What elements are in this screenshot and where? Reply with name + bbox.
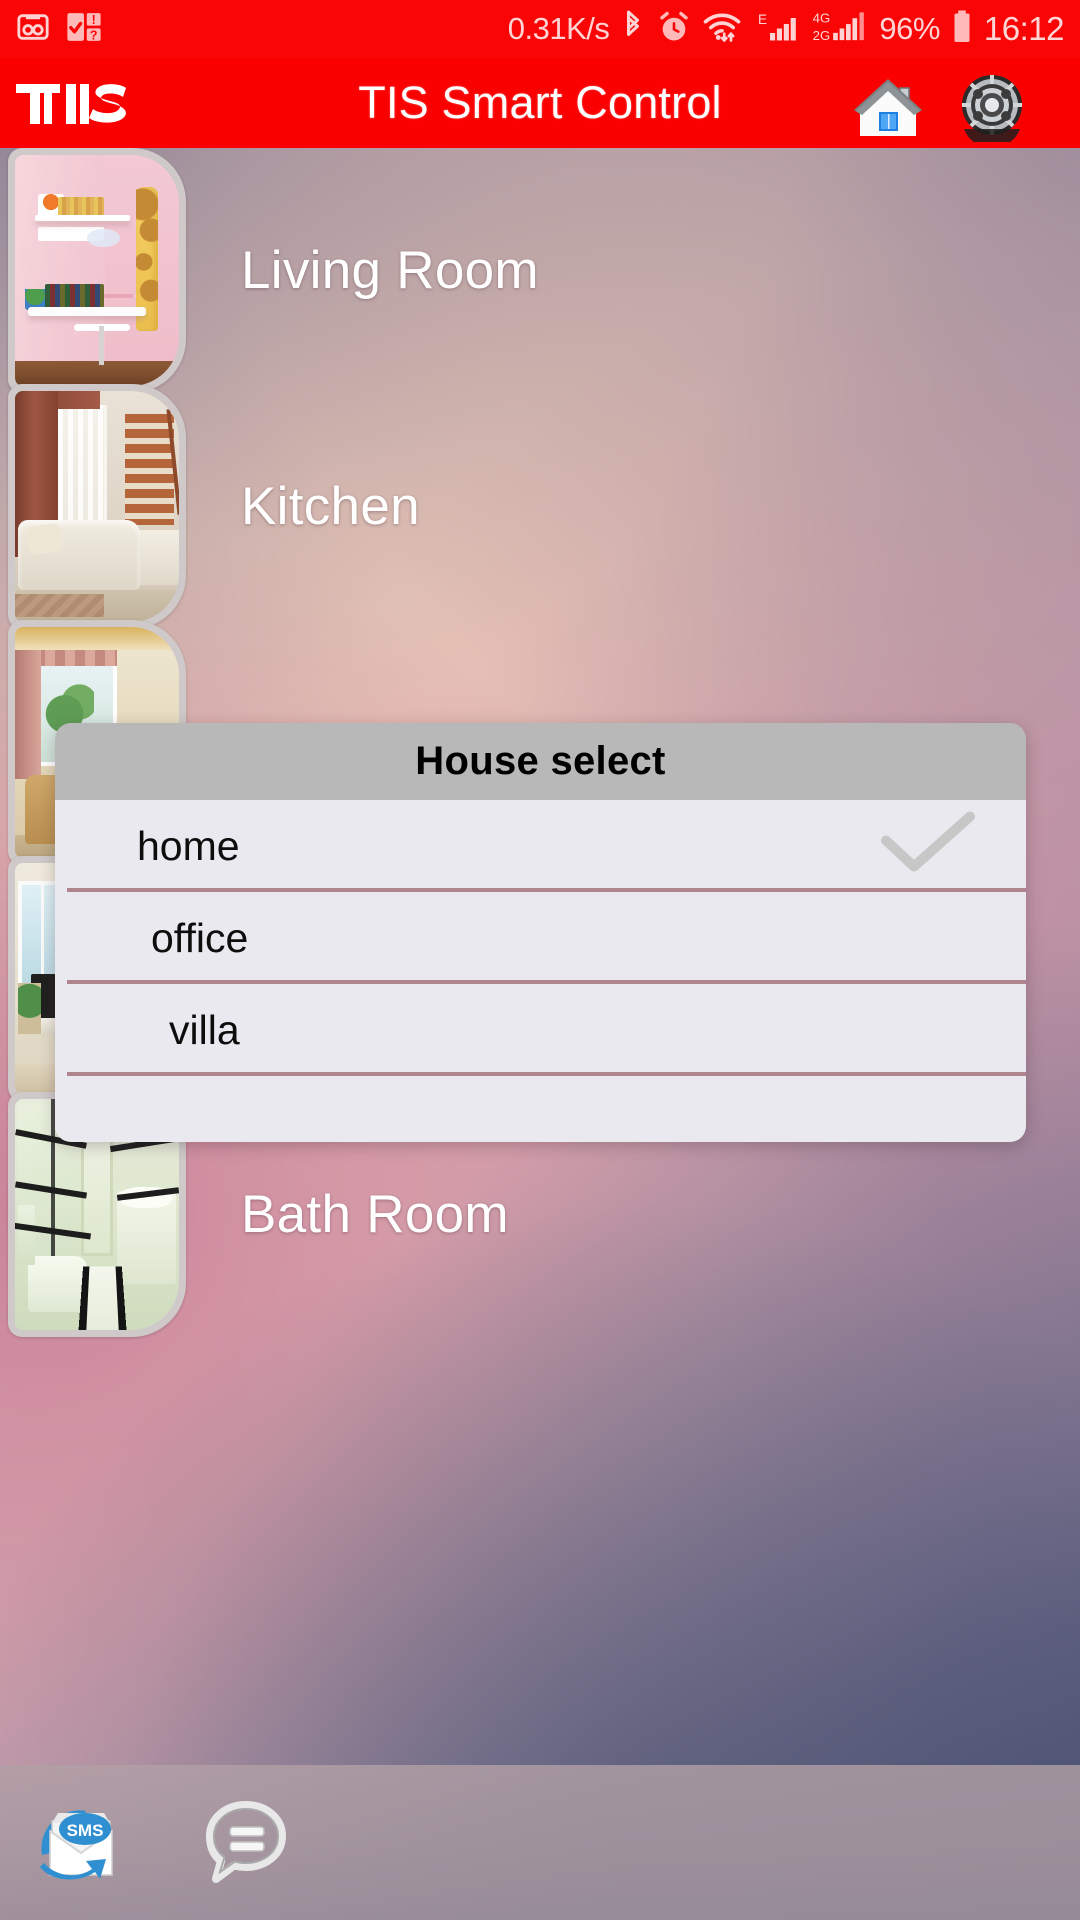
option-divider <box>67 1072 1026 1076</box>
dialog-option-list[interactable]: home office villa <box>55 800 1026 1142</box>
sim1-network-label: E <box>758 12 767 27</box>
sim2-4g-label: 4G <box>813 10 831 25</box>
option-label: office <box>151 914 249 961</box>
voicemail-icon <box>16 10 50 49</box>
svg-text:?: ? <box>90 28 98 42</box>
dialog-option-home[interactable]: home <box>55 800 1026 892</box>
signal-sim1-icon: E <box>753 9 799 50</box>
battery-icon <box>951 9 973 50</box>
room-name-label: Kitchen <box>241 477 420 536</box>
option-label: villa <box>169 1006 240 1053</box>
room-thumbnail[interactable] <box>8 384 186 629</box>
alarm-icon <box>657 10 691 49</box>
sim2-2g-label: 2G <box>813 28 831 43</box>
status-bar: ! ? 0.31K/s E 4G 2G 96% 16:12 <box>0 0 1080 58</box>
dialog-option-villa[interactable]: villa <box>55 984 1026 1076</box>
sms-envelope-icon[interactable]: SMS <box>28 1791 138 1895</box>
app-title-bar: TIS Smart Control <box>0 58 1080 149</box>
phone-screen: Living Room Kitchen Bath Room ! ? 0.31K/… <box>0 0 1080 1920</box>
dialog-header: House select <box>55 723 1026 800</box>
house-select-dialog[interactable]: House select home office villa <box>55 723 1026 1142</box>
wifi-icon <box>702 9 742 50</box>
room-thumbnail[interactable] <box>8 148 186 393</box>
bluetooth-icon <box>620 9 646 50</box>
clock-text: 16:12 <box>983 10 1065 47</box>
home-icon[interactable] <box>850 74 926 140</box>
chat-menu-icon[interactable] <box>200 1797 292 1889</box>
room-row-living-room[interactable]: Living Room <box>0 148 1080 393</box>
room-name-label: Living Room <box>241 241 539 300</box>
dialog-title: House select <box>415 739 666 783</box>
living-room-thumbnail-art <box>15 155 179 386</box>
gear-icon[interactable] <box>956 72 1028 149</box>
room-row-kitchen[interactable]: Kitchen <box>0 384 1080 629</box>
checkmark-icon <box>878 809 978 884</box>
battery-percent-text: 96% <box>879 11 940 46</box>
option-label: home <box>137 822 240 869</box>
bottom-toolbar[interactable]: SMS <box>0 1765 1080 1920</box>
sms-badge-text: SMS <box>67 1821 104 1840</box>
network-speed-text: 0.31K/s <box>507 11 610 46</box>
room-name-label: Bath Room <box>241 1185 509 1244</box>
tasks-icon: ! ? <box>66 10 102 49</box>
signal-sim2-icon: 4G 2G <box>810 8 868 51</box>
dialog-option-office[interactable]: office <box>55 892 1026 984</box>
kitchen-thumbnail-art <box>15 391 179 622</box>
svg-text:!: ! <box>92 13 96 27</box>
